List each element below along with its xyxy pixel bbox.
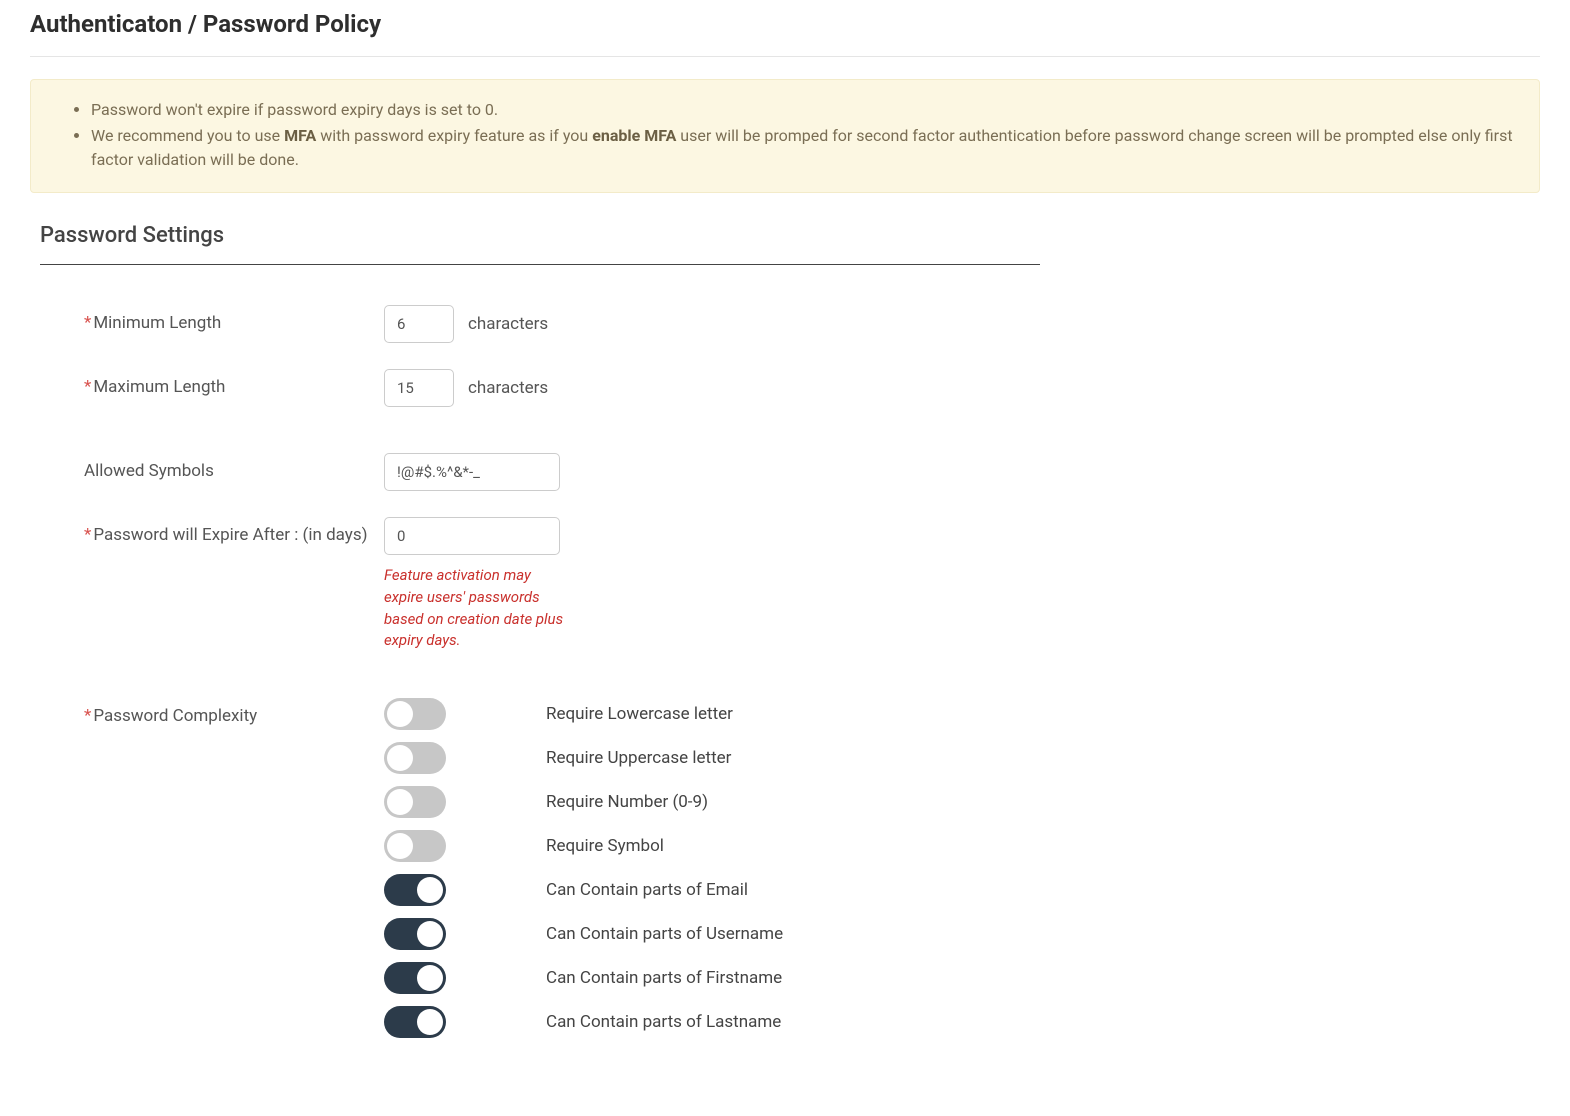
row-max-length: *Maximum Length characters (40, 369, 1040, 407)
toggle-contain-firstname[interactable] (384, 962, 446, 994)
toggle-require-uppercase[interactable] (384, 742, 446, 774)
label-text: Allowed Symbols (84, 461, 214, 481)
toggle-require-lowercase[interactable] (384, 698, 446, 730)
toggle-label: Can Contain parts of Email (546, 880, 748, 900)
toggle-contain-email[interactable] (384, 874, 446, 906)
toggle-label: Require Number (0-9) (546, 792, 708, 812)
alert-item: Password won't expire if password expiry… (91, 98, 1515, 122)
input-min-length[interactable] (384, 305, 454, 343)
toggle-knob (417, 965, 443, 991)
label-complexity: *Password Complexity (84, 698, 384, 726)
row-min-length: *Minimum Length characters (40, 305, 1040, 343)
alert-bold: MFA (284, 126, 316, 145)
toggle-row: Can Contain parts of Lastname (384, 1006, 783, 1038)
suffix-text: characters (468, 314, 548, 334)
row-allowed-symbols: Allowed Symbols (40, 453, 1040, 491)
required-marker: * (84, 377, 91, 397)
required-marker: * (84, 313, 91, 333)
toggle-knob (387, 701, 413, 727)
input-expire-after[interactable] (384, 517, 560, 555)
label-max-length: *Maximum Length (84, 369, 384, 397)
required-marker: * (84, 525, 91, 545)
alert-text: with password expiry feature as if you (316, 126, 592, 145)
alert-bold: enable MFA (592, 126, 676, 145)
toggle-row: Require Symbol (384, 830, 783, 862)
page-title: Authenticaton / Password Policy (30, 10, 1540, 57)
label-text: Maximum Length (93, 377, 225, 397)
input-allowed-symbols[interactable] (384, 453, 560, 491)
row-complexity: *Password Complexity Require Lowercase l… (40, 698, 1040, 1050)
toggle-contain-username[interactable] (384, 918, 446, 950)
toggle-knob (387, 745, 413, 771)
toggle-label: Require Symbol (546, 836, 664, 856)
info-alert: Password won't expire if password expiry… (30, 79, 1540, 193)
toggle-label: Can Contain parts of Username (546, 924, 783, 944)
toggle-label: Require Lowercase letter (546, 704, 733, 724)
alert-text: We recommend you to use (91, 126, 284, 145)
toggle-label: Require Uppercase letter (546, 748, 731, 768)
toggle-label: Can Contain parts of Lastname (546, 1012, 781, 1032)
toggle-row: Require Number (0-9) (384, 786, 783, 818)
input-max-length[interactable] (384, 369, 454, 407)
toggle-knob (387, 789, 413, 815)
suffix-text: characters (468, 378, 548, 398)
toggle-row: Can Contain parts of Firstname (384, 962, 783, 994)
label-text: Minimum Length (93, 313, 221, 333)
row-expire-after: *Password will Expire After : (in days) … (40, 517, 1040, 652)
label-min-length: *Minimum Length (84, 305, 384, 333)
section-title: Password Settings (40, 223, 1040, 265)
toggle-row: Can Contain parts of Email (384, 874, 783, 906)
toggle-label: Can Contain parts of Firstname (546, 968, 782, 988)
toggle-row: Can Contain parts of Username (384, 918, 783, 950)
label-text: Password Complexity (93, 706, 257, 726)
label-text: Password will Expire After : (in days) (93, 525, 367, 545)
toggle-knob (417, 1009, 443, 1035)
toggle-contain-lastname[interactable] (384, 1006, 446, 1038)
toggle-row: Require Uppercase letter (384, 742, 783, 774)
alert-item: We recommend you to use MFA with passwor… (91, 124, 1515, 172)
toggle-knob (387, 833, 413, 859)
label-expire-after: *Password will Expire After : (in days) (84, 517, 384, 545)
label-allowed-symbols: Allowed Symbols (84, 453, 384, 481)
toggle-require-number[interactable] (384, 786, 446, 818)
required-marker: * (84, 706, 91, 726)
toggle-knob (417, 877, 443, 903)
toggle-require-symbol[interactable] (384, 830, 446, 862)
toggle-knob (417, 921, 443, 947)
expire-note: Feature activation may expire users' pas… (384, 565, 564, 652)
toggle-row: Require Lowercase letter (384, 698, 783, 730)
